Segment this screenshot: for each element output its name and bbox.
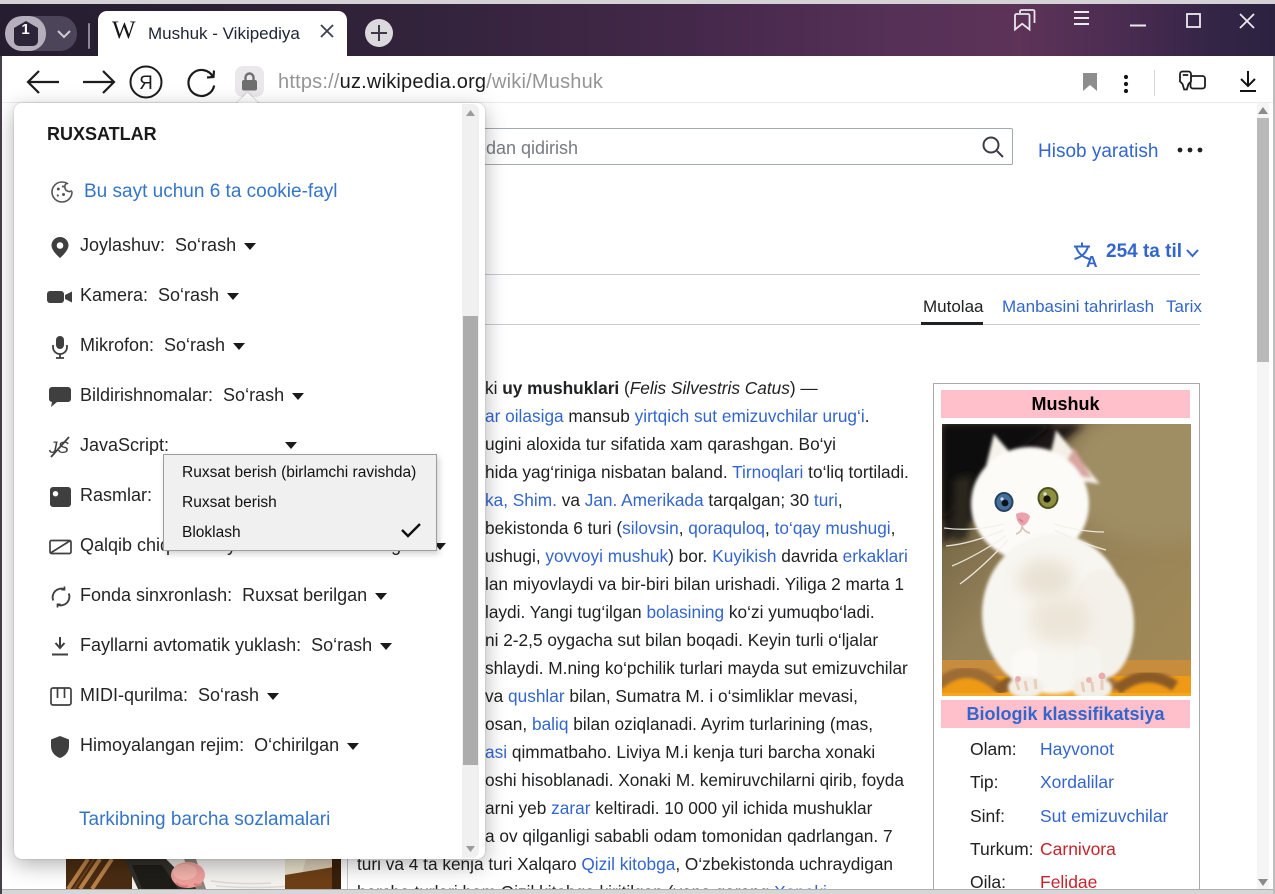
svg-text:Я: Я — [139, 73, 153, 94]
svg-text:A: A — [1086, 254, 1098, 268]
